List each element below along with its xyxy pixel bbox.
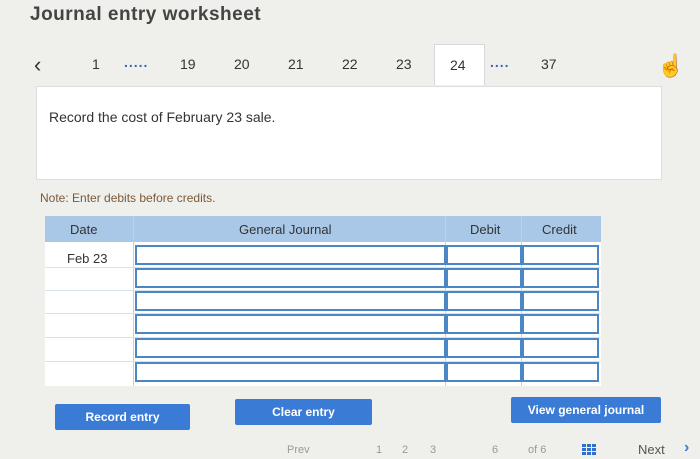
footer-next-link[interactable]: Next xyxy=(638,442,665,457)
credit-input[interactable] xyxy=(522,245,599,265)
view-general-journal-button[interactable]: View general journal xyxy=(511,397,661,423)
footer-prev-link[interactable]: Prev xyxy=(287,444,310,456)
footer-page-6[interactable]: 6 xyxy=(492,444,498,456)
account-input[interactable] xyxy=(135,245,446,265)
account-input[interactable] xyxy=(135,362,446,382)
date-cell: Feb 23 xyxy=(67,251,108,266)
page-link-22[interactable]: 22 xyxy=(342,56,358,72)
active-page-label: 24 xyxy=(450,57,466,73)
page-link-37[interactable]: 37 xyxy=(541,56,557,72)
grid-icon[interactable] xyxy=(582,444,596,455)
chevron-left-icon[interactable]: ‹ xyxy=(34,52,41,78)
page-link-21[interactable]: 21 xyxy=(288,56,304,72)
credit-input[interactable] xyxy=(522,268,599,288)
hand-cursor-icon: ☝ xyxy=(657,53,685,78)
header-credit: Credit xyxy=(542,222,577,237)
footer-page-1[interactable]: 1 xyxy=(376,444,382,456)
account-input[interactable] xyxy=(135,268,446,288)
page-link-20[interactable]: 20 xyxy=(234,56,250,72)
journal-table: Date General Journal Debit Credit Feb 23 xyxy=(45,216,601,386)
worksheet-title: Journal entry worksheet xyxy=(30,4,262,25)
header-debit: Debit xyxy=(470,222,501,237)
footer-page-3[interactable]: 3 xyxy=(430,444,436,456)
pager: ‹ 1 ..... 19 20 21 22 23 24 .... 37 ☝ xyxy=(0,44,700,85)
pager-ellipsis-2: .... xyxy=(490,54,510,70)
debit-input[interactable] xyxy=(446,268,522,288)
debit-input[interactable] xyxy=(446,291,522,311)
footer-nav: Prev 1 2 3 6 of 6 Next › xyxy=(0,432,700,459)
account-input[interactable] xyxy=(135,291,446,311)
credit-input[interactable] xyxy=(522,314,599,334)
account-input[interactable] xyxy=(135,338,446,358)
page-link-23[interactable]: 23 xyxy=(396,56,412,72)
pager-ellipsis: ..... xyxy=(124,54,149,70)
debit-input[interactable] xyxy=(446,314,522,334)
page-link-19[interactable]: 19 xyxy=(180,56,196,72)
clear-entry-button[interactable]: Clear entry xyxy=(235,399,372,425)
record-entry-button[interactable]: Record entry xyxy=(55,404,190,430)
credit-input[interactable] xyxy=(522,338,599,358)
debit-input[interactable] xyxy=(446,245,522,265)
footer-page-2[interactable]: 2 xyxy=(402,444,408,456)
page-link-24-active[interactable]: 24 xyxy=(434,44,485,85)
account-input[interactable] xyxy=(135,314,446,334)
credit-input[interactable] xyxy=(522,362,599,382)
chevron-right-icon[interactable]: › xyxy=(684,439,689,457)
question-text: Record the cost of February 23 sale. xyxy=(49,109,276,125)
debit-input[interactable] xyxy=(446,338,522,358)
credit-input[interactable] xyxy=(522,291,599,311)
debit-input[interactable] xyxy=(446,362,522,382)
header-general-journal: General Journal xyxy=(239,222,332,237)
question-panel: Record the cost of February 23 sale. xyxy=(36,86,662,180)
footer-page-count: of 6 xyxy=(528,444,547,456)
debit-credit-note: Note: Enter debits before credits. xyxy=(40,191,216,205)
page-link-1[interactable]: 1 xyxy=(92,56,100,72)
header-date: Date xyxy=(70,222,98,237)
table-header: Date General Journal Debit Credit xyxy=(45,216,601,242)
